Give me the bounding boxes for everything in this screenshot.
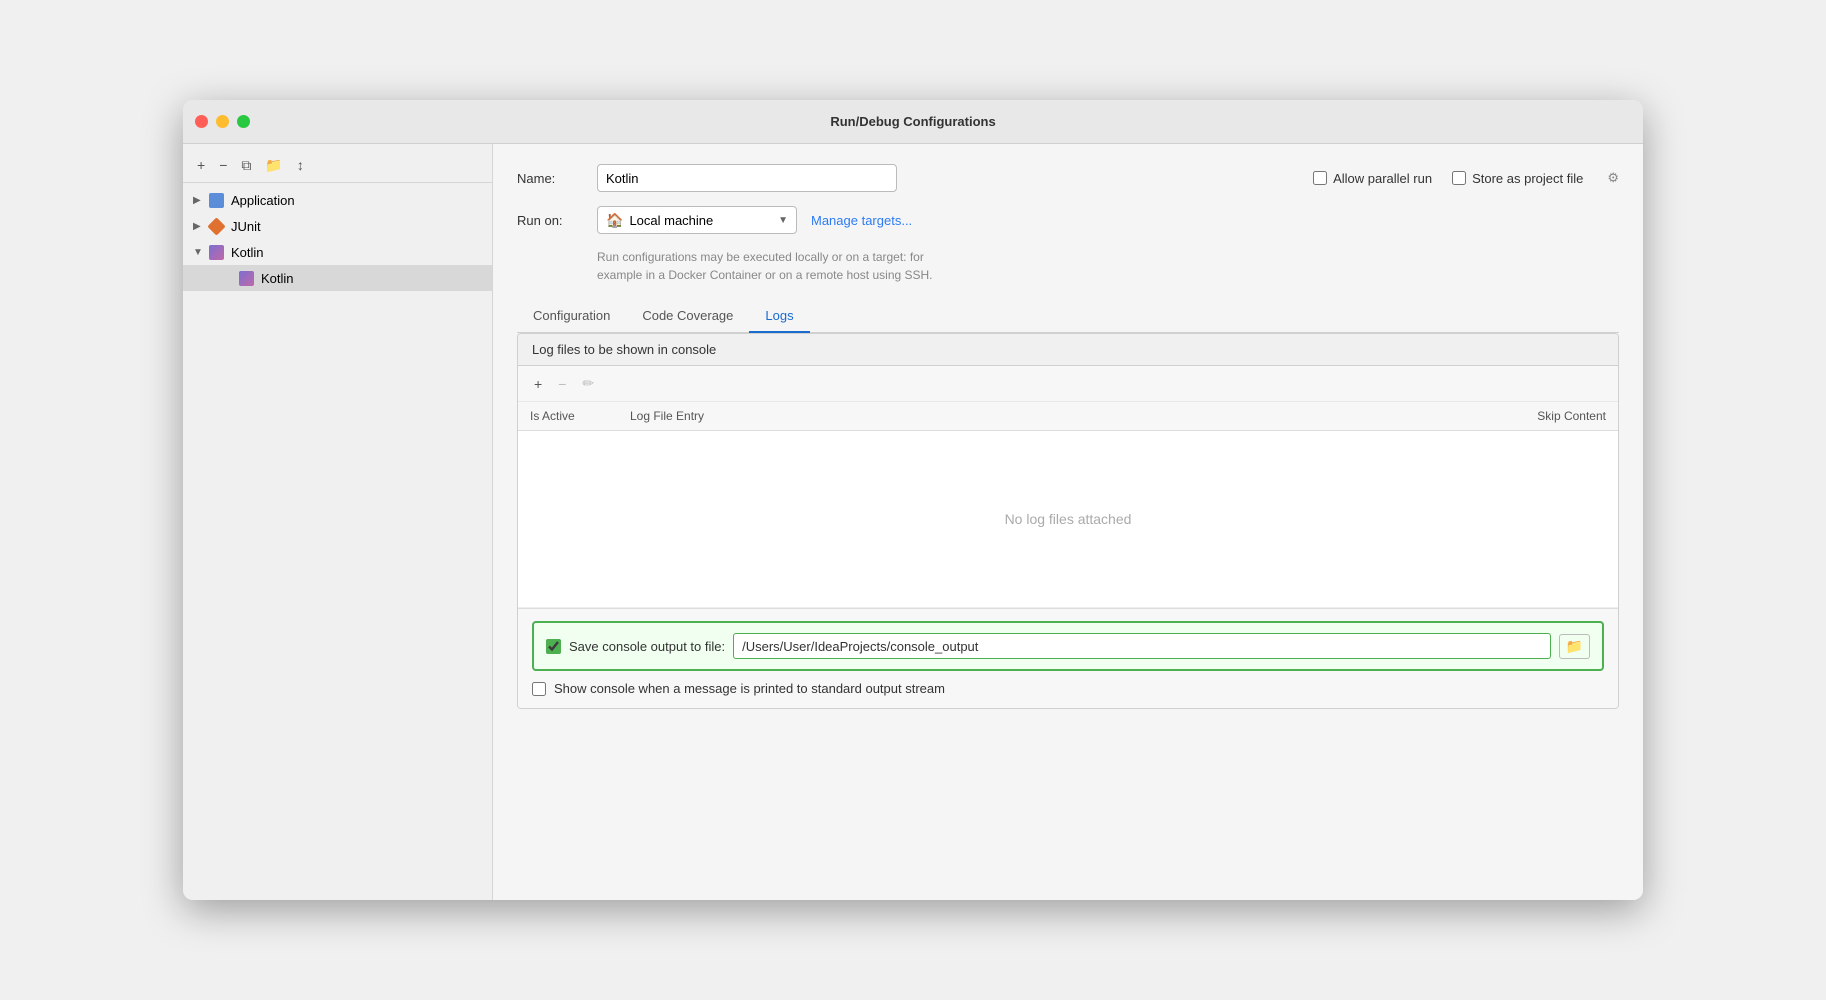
- tab-configuration[interactable]: Configuration: [517, 300, 626, 333]
- tab-code-coverage[interactable]: Code Coverage: [626, 300, 749, 333]
- allow-parallel-checkbox[interactable]: [1313, 171, 1327, 185]
- dropdown-arrow-icon: ▼: [778, 215, 788, 226]
- log-remove-button[interactable]: −: [552, 373, 572, 395]
- folder-config-button[interactable]: 📁: [261, 156, 286, 174]
- name-row: Name: Allow parallel run Store as projec…: [517, 164, 1619, 192]
- checkboxes-row: Allow parallel run Store as project file…: [1313, 170, 1619, 186]
- col-log-file-entry: Log File Entry: [618, 402, 1468, 431]
- kotlin-child-icon: [237, 269, 255, 287]
- sidebar: + − ⧉ 📁 ↕ ▶ Application ▶ JUnit: [183, 144, 493, 900]
- sidebar-item-junit[interactable]: ▶ JUnit: [183, 213, 492, 239]
- show-console-row: Show console when a message is printed t…: [532, 681, 1604, 696]
- content-area: Name: Allow parallel run Store as projec…: [493, 144, 1643, 900]
- sidebar-item-label: Kotlin: [261, 271, 294, 286]
- arrow-icon: ▶: [193, 195, 207, 206]
- log-panel: Log files to be shown in console + − ✏ I…: [517, 333, 1619, 709]
- save-console-input[interactable]: [733, 633, 1550, 659]
- gear-icon[interactable]: ⚙: [1607, 170, 1619, 186]
- col-is-active: Is Active: [518, 402, 618, 431]
- empty-state: No log files attached: [518, 431, 1618, 607]
- close-button[interactable]: [195, 115, 208, 128]
- log-toolbar: + − ✏: [518, 366, 1618, 402]
- browse-folder-button[interactable]: 📁: [1559, 634, 1590, 659]
- window-title: Run/Debug Configurations: [830, 114, 995, 129]
- sidebar-item-label: JUnit: [231, 219, 261, 234]
- sidebar-item-application[interactable]: ▶ Application: [183, 187, 492, 213]
- show-console-label: Show console when a message is printed t…: [554, 681, 945, 696]
- titlebar: Run/Debug Configurations: [183, 100, 1643, 144]
- col-skip-content: Skip Content: [1468, 402, 1618, 431]
- hint-text: Run configurations may be executed local…: [597, 248, 1197, 284]
- remove-config-button[interactable]: −: [215, 156, 231, 174]
- copy-config-button[interactable]: ⧉: [237, 156, 255, 174]
- manage-targets-link[interactable]: Manage targets...: [811, 213, 912, 228]
- tab-logs[interactable]: Logs: [749, 300, 809, 333]
- window-controls: [195, 115, 250, 128]
- allow-parallel-label[interactable]: Allow parallel run: [1313, 171, 1432, 186]
- maximize-button[interactable]: [237, 115, 250, 128]
- sort-config-button[interactable]: ↕: [293, 156, 308, 174]
- run-debug-dialog: Run/Debug Configurations + − ⧉ 📁 ↕ ▶ App…: [183, 100, 1643, 900]
- minimize-button[interactable]: [216, 115, 229, 128]
- log-table: Is Active Log File Entry Skip Content No…: [518, 402, 1618, 608]
- kotlin-icon: [207, 243, 225, 261]
- house-icon: 🏠: [606, 212, 623, 229]
- show-console-checkbox[interactable]: [532, 682, 546, 696]
- store-as-project-text: Store as project file: [1472, 171, 1583, 186]
- sidebar-item-kotlin-child[interactable]: ▶ Kotlin: [183, 265, 492, 291]
- name-input[interactable]: [597, 164, 897, 192]
- store-as-project-checkbox[interactable]: [1452, 171, 1466, 185]
- save-console-label: Save console output to file:: [569, 639, 725, 654]
- save-console-row: Save console output to file: 📁: [532, 621, 1604, 671]
- run-on-value: Local machine: [629, 213, 713, 228]
- application-icon: [207, 191, 225, 209]
- sidebar-item-kotlin-parent[interactable]: ▼ Kotlin: [183, 239, 492, 265]
- arrow-icon: ▶: [193, 221, 207, 232]
- bottom-section: Save console output to file: 📁 Show cons…: [518, 608, 1618, 708]
- sidebar-item-label: Kotlin: [231, 245, 264, 260]
- run-on-row: Run on: 🏠 Local machine ▼ Manage targets…: [517, 206, 1619, 234]
- run-on-label: Run on:: [517, 213, 597, 228]
- log-edit-button[interactable]: ✏: [576, 372, 600, 395]
- log-add-button[interactable]: +: [528, 373, 548, 395]
- add-config-button[interactable]: +: [193, 156, 209, 174]
- run-on-dropdown[interactable]: 🏠 Local machine ▼: [597, 206, 797, 234]
- sidebar-item-label: Application: [231, 193, 295, 208]
- name-label: Name:: [517, 171, 597, 186]
- store-as-project-label[interactable]: Store as project file: [1452, 171, 1583, 186]
- sidebar-toolbar: + − ⧉ 📁 ↕: [183, 152, 492, 183]
- junit-icon: [207, 217, 225, 235]
- save-console-checkbox[interactable]: [546, 639, 561, 654]
- arrow-icon: ▼: [193, 247, 207, 258]
- tabs-row: Configuration Code Coverage Logs: [517, 300, 1619, 333]
- main-layout: + − ⧉ 📁 ↕ ▶ Application ▶ JUnit: [183, 144, 1643, 900]
- allow-parallel-text: Allow parallel run: [1333, 171, 1432, 186]
- log-panel-header: Log files to be shown in console: [518, 334, 1618, 366]
